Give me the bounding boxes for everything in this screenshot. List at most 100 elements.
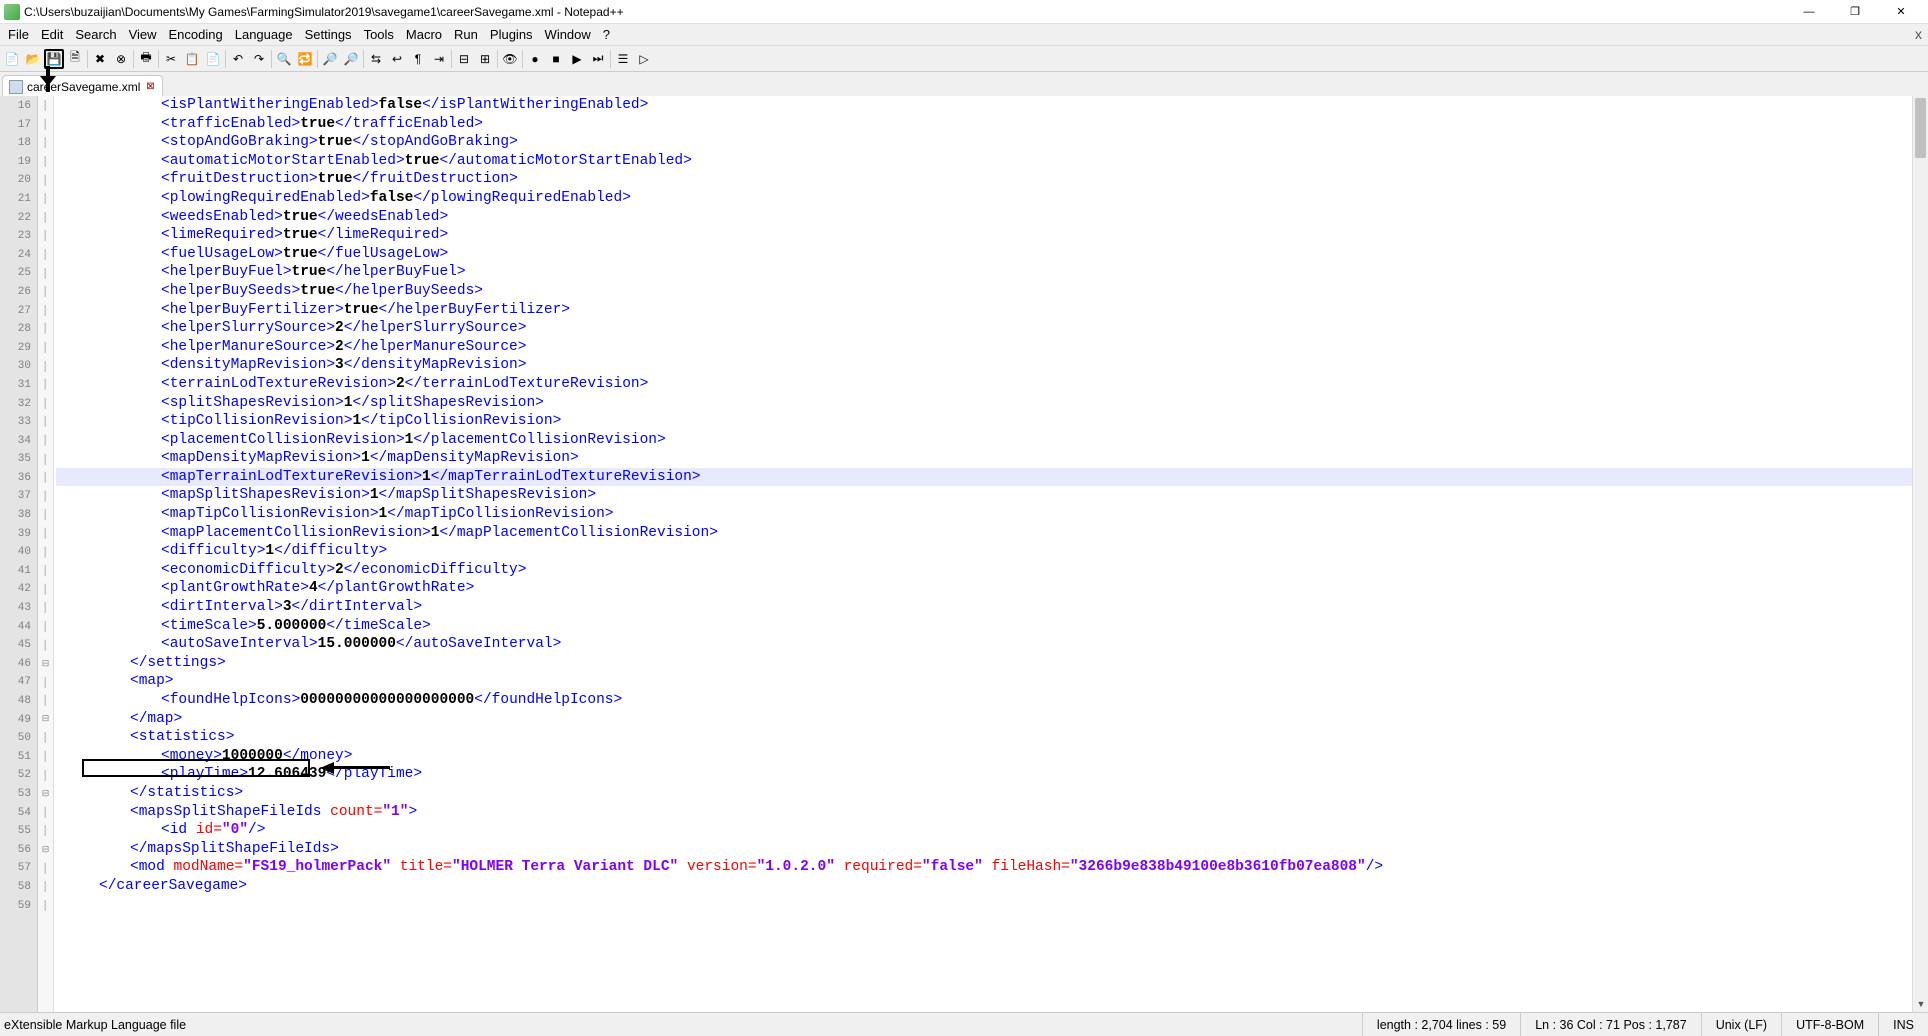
code-line[interactable]: <statistics>	[56, 728, 1912, 747]
code-line[interactable]: <mapDensityMapRevision>1</mapDensityMapR…	[56, 449, 1912, 468]
fold-marker[interactable]: │	[38, 301, 53, 320]
code-line[interactable]: <mod modName="FS19_holmerPack" title="HO…	[56, 858, 1912, 877]
code-line[interactable]	[56, 896, 1912, 915]
status-ins[interactable]: INS	[1878, 1013, 1928, 1036]
code-line[interactable]: <timeScale>5.000000</timeScale>	[56, 617, 1912, 636]
save-all-button[interactable]: 🗎	[65, 49, 85, 69]
code-line[interactable]: <isPlantWitheringEnabled>false</isPlantW…	[56, 96, 1912, 115]
code-line[interactable]: </careerSavegame>	[56, 877, 1912, 896]
fold-marker[interactable]: │	[38, 486, 53, 505]
close-button[interactable]: ✕	[1878, 1, 1924, 23]
play-button[interactable]: ▶	[567, 49, 587, 69]
tab-close-icon[interactable]: ⊠	[144, 81, 156, 93]
code-line[interactable]: <id id="0"/>	[56, 821, 1912, 840]
fold-marker[interactable]: │	[38, 672, 53, 691]
fold-marker[interactable]: │	[38, 635, 53, 654]
fold-marker[interactable]: │	[38, 338, 53, 357]
open-button[interactable]: 📂	[23, 49, 43, 69]
fold-marker[interactable]: │	[38, 133, 53, 152]
fold-marker[interactable]: │	[38, 96, 53, 115]
cut-button[interactable]: ✂	[161, 49, 181, 69]
menu-help[interactable]: ?	[597, 25, 616, 44]
sync-button[interactable]: ⇆	[366, 49, 386, 69]
menu-window[interactable]: Window	[539, 25, 597, 44]
fold-marker[interactable]: │	[38, 394, 53, 413]
fold-marker[interactable]: │	[38, 319, 53, 338]
save-button[interactable]: 💾	[44, 49, 64, 69]
code-line[interactable]: <fruitDestruction>true</fruitDestruction…	[56, 170, 1912, 189]
fold-column[interactable]: ││││││││││││││││││││││││││││││⊟││⊟│││⊟││…	[38, 96, 54, 1012]
all-chars-button[interactable]: ¶	[408, 49, 428, 69]
status-encoding[interactable]: UTF-8-BOM	[1781, 1013, 1878, 1036]
menu-edit[interactable]: Edit	[35, 25, 69, 44]
replace-button[interactable]: 🔁	[295, 49, 315, 69]
undo-button[interactable]: ↶	[228, 49, 248, 69]
fold-marker[interactable]: │	[38, 747, 53, 766]
code-line[interactable]: <map>	[56, 672, 1912, 691]
scroll-down-icon[interactable]: ▼	[1913, 996, 1928, 1012]
menu-language[interactable]: Language	[229, 25, 299, 44]
fold-marker[interactable]: ⊟	[38, 654, 53, 673]
record-button[interactable]: ●	[525, 49, 545, 69]
code-line[interactable]: <helperSlurrySource>2</helperSlurrySourc…	[56, 319, 1912, 338]
fold-marker[interactable]: │	[38, 561, 53, 580]
code-line[interactable]: <mapTerrainLodTextureRevision>1</mapTerr…	[56, 468, 1912, 487]
maximize-button[interactable]: ❐	[1832, 1, 1878, 23]
fold-marker[interactable]: │	[38, 821, 53, 840]
code-line[interactable]: </statistics>	[56, 784, 1912, 803]
code-line[interactable]: <economicDifficulty>2</economicDifficult…	[56, 561, 1912, 580]
fold-marker[interactable]: │	[38, 468, 53, 487]
code-line[interactable]: </settings>	[56, 654, 1912, 673]
fold-marker[interactable]: │	[38, 858, 53, 877]
code-line[interactable]: <fuelUsageLow>true</fuelUsageLow>	[56, 245, 1912, 264]
fold-marker[interactable]: │	[38, 728, 53, 747]
code-line[interactable]: <helperManureSource>2</helperManureSourc…	[56, 338, 1912, 357]
new-button[interactable]: 📄	[2, 49, 22, 69]
code-line[interactable]: <helperBuyFuel>true</helperBuyFuel>	[56, 263, 1912, 282]
play-mult-button[interactable]: ⏭	[588, 49, 608, 69]
code-line[interactable]: <placementCollisionRevision>1</placement…	[56, 431, 1912, 450]
menu-macro[interactable]: Macro	[400, 25, 448, 44]
menu-file[interactable]: File	[2, 25, 35, 44]
fold-marker[interactable]: │	[38, 245, 53, 264]
paste-button[interactable]: 📄	[203, 49, 223, 69]
fold-marker[interactable]: │	[38, 505, 53, 524]
zoom-in-button[interactable]: 🔎	[320, 49, 340, 69]
fold-marker[interactable]: │	[38, 152, 53, 171]
code-line[interactable]: <helperBuyFertilizer>true</helperBuyFert…	[56, 301, 1912, 320]
fold-marker[interactable]: │	[38, 356, 53, 375]
file-tab[interactable]: careerSavegame.xml ⊠	[2, 75, 163, 97]
menu-run[interactable]: Run	[448, 25, 484, 44]
fold-marker[interactable]: ⊟	[38, 710, 53, 729]
menu-encoding[interactable]: Encoding	[163, 25, 229, 44]
code-line[interactable]: <foundHelpIcons>00000000000000000000</fo…	[56, 691, 1912, 710]
menu-tools[interactable]: Tools	[358, 25, 400, 44]
close-all-button[interactable]: ⊗	[111, 49, 131, 69]
code-line[interactable]: <helperBuySeeds>true</helperBuySeeds>	[56, 282, 1912, 301]
close-button[interactable]: ✖	[90, 49, 110, 69]
code-line[interactable]: </map>	[56, 710, 1912, 729]
fold-marker[interactable]: │	[38, 524, 53, 543]
zoom-out-button[interactable]: 🔎	[341, 49, 361, 69]
fold-marker[interactable]: │	[38, 263, 53, 282]
copy-button[interactable]: 📋	[182, 49, 202, 69]
code-area[interactable]: <isPlantWitheringEnabled>false</isPlantW…	[54, 96, 1912, 1012]
menu-view[interactable]: View	[123, 25, 163, 44]
editor[interactable]: 1617181920212223242526272829303132333435…	[0, 96, 1912, 1012]
code-line[interactable]: <limeRequired>true</limeRequired>	[56, 226, 1912, 245]
fold-marker[interactable]: │	[38, 896, 53, 915]
code-line[interactable]: <plowingRequiredEnabled>false</plowingRe…	[56, 189, 1912, 208]
code-line[interactable]: <trafficEnabled>true</trafficEnabled>	[56, 115, 1912, 134]
code-line[interactable]: <terrainLodTextureRevision>2</terrainLod…	[56, 375, 1912, 394]
menu-plugins[interactable]: Plugins	[484, 25, 539, 44]
fold-marker[interactable]: │	[38, 803, 53, 822]
print-button[interactable]: 🖶	[136, 49, 156, 69]
status-eol[interactable]: Unix (LF)	[1701, 1013, 1781, 1036]
code-line[interactable]: <stopAndGoBraking>true</stopAndGoBraking…	[56, 133, 1912, 152]
run-button[interactable]: ▷	[634, 49, 654, 69]
code-line[interactable]: <mapPlacementCollisionRevision>1</mapPla…	[56, 524, 1912, 543]
menu-settings[interactable]: Settings	[299, 25, 358, 44]
unfold-button[interactable]: ⊞	[475, 49, 495, 69]
fold-marker[interactable]: │	[38, 598, 53, 617]
fold-marker[interactable]: │	[38, 765, 53, 784]
